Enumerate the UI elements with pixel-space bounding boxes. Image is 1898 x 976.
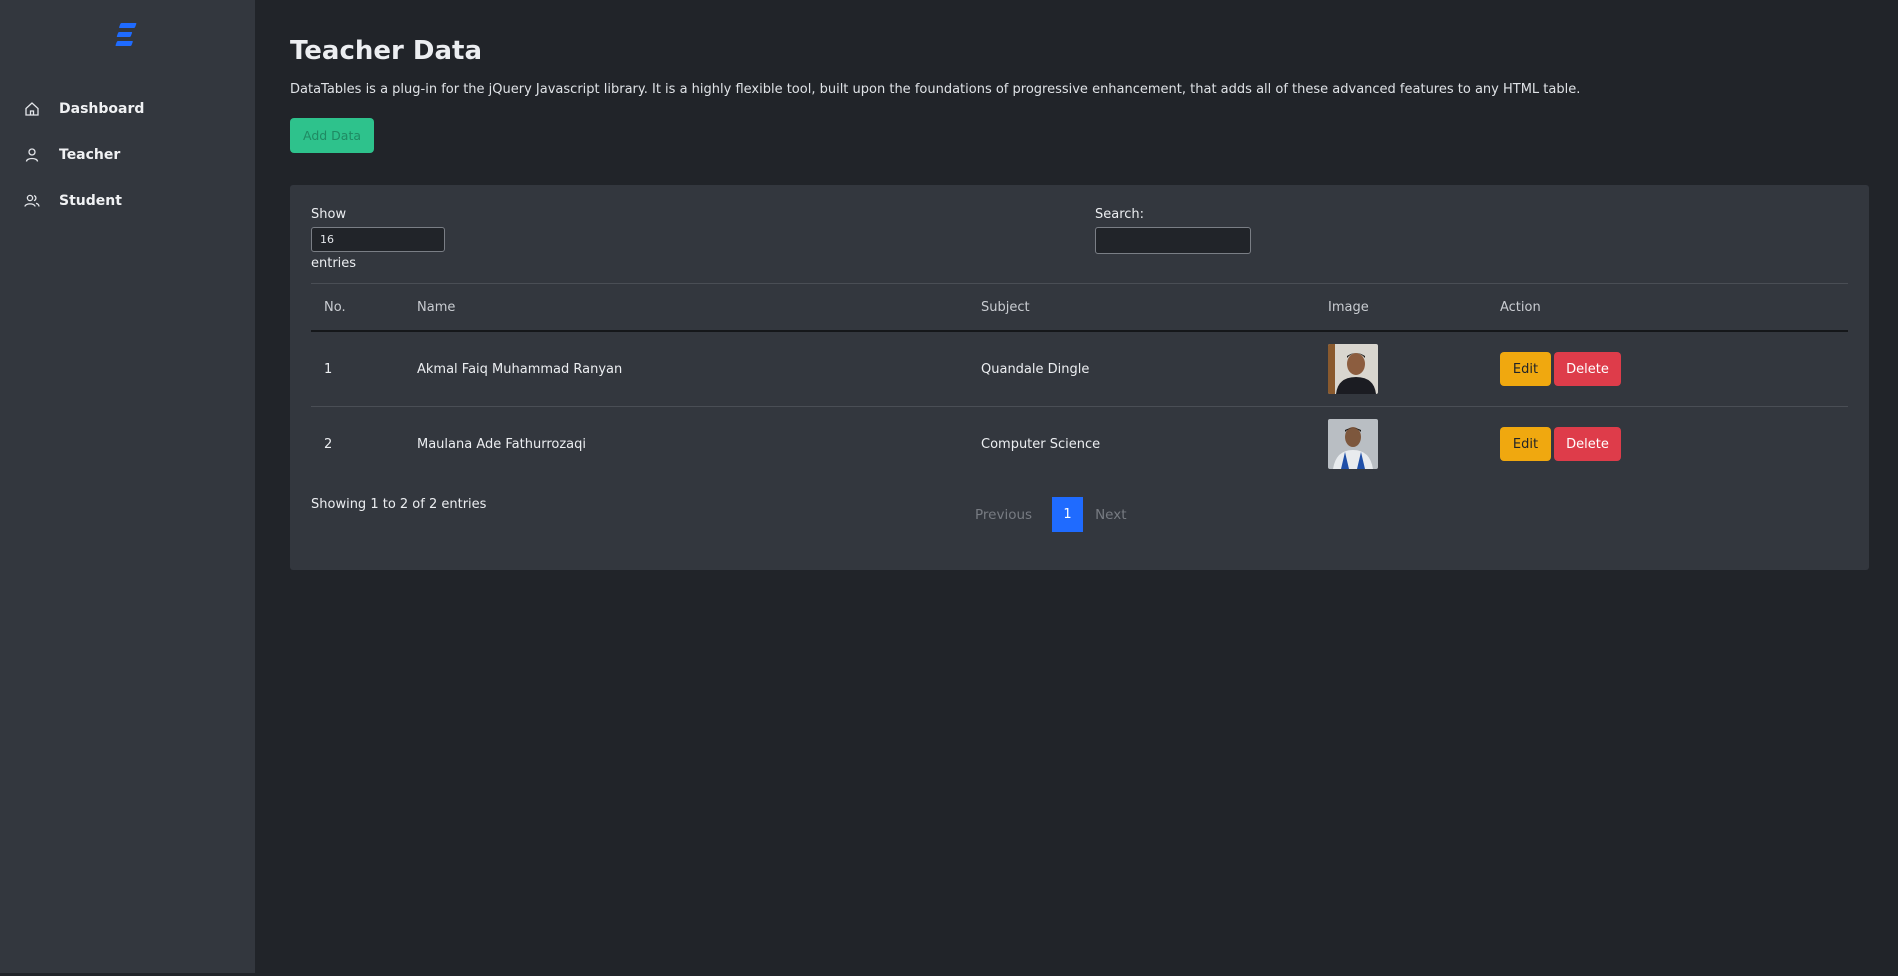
column-header-image[interactable]: Image [1328, 284, 1369, 330]
sidebar-item-teacher[interactable]: Teacher [0, 132, 255, 178]
previous-page-button[interactable]: Previous [975, 507, 1032, 523]
column-header-name[interactable]: Name [417, 284, 455, 330]
datatable-card: Show entries Search: No. Name Subject Im… [290, 185, 1869, 570]
row-number: 1 [324, 361, 333, 377]
teacher-name: Akmal Faiq Muhammad Ranyan [417, 361, 623, 377]
table-header: No. Name Subject Image Action [311, 283, 1848, 332]
table-row: 2 Maulana Ade Fathurrozaqi Computer Scie… [311, 407, 1848, 481]
add-data-button[interactable]: Add Data [290, 118, 374, 153]
table-info: Showing 1 to 2 of 2 entries [311, 497, 487, 512]
page-title: Teacher Data [290, 36, 482, 66]
entries-label: entries [311, 256, 357, 271]
sidebar-item-label: Teacher [59, 147, 121, 163]
user-icon [24, 147, 40, 163]
column-header-action[interactable]: Action [1500, 284, 1541, 330]
sidebar-item-label: Dashboard [59, 101, 145, 117]
teacher-subject: Computer Science [981, 436, 1101, 452]
page-1-button[interactable]: 1 [1052, 497, 1084, 532]
column-header-no[interactable]: No. [324, 284, 346, 330]
entries-per-page-select[interactable] [311, 227, 445, 252]
row-number: 2 [324, 436, 333, 452]
row-actions: Edit Delete [1500, 332, 1621, 406]
home-icon [24, 101, 40, 117]
sidebar-nav: Dashboard Teacher Student [0, 86, 255, 224]
row-actions: Edit Delete [1500, 407, 1621, 481]
page-description: DataTables is a plug-in for the jQuery J… [290, 82, 1581, 97]
next-page-button[interactable]: Next [1095, 507, 1126, 523]
table-row: 1 Akmal Faiq Muhammad Ranyan Quandale Di… [311, 332, 1848, 407]
teacher-name: Maulana Ade Fathurrozaqi [417, 436, 586, 452]
search-label: Search: [1095, 207, 1145, 222]
show-label: Show [311, 207, 347, 222]
teacher-table: No. Name Subject Image Action 1 Akmal Fa… [311, 283, 1848, 481]
pagination: Previous 1 Next [975, 497, 1127, 532]
sidebar-item-dashboard[interactable]: Dashboard [0, 86, 255, 132]
teacher-photo [1328, 407, 1378, 481]
edit-button[interactable]: Edit [1500, 352, 1551, 386]
delete-button[interactable]: Delete [1554, 352, 1621, 386]
teacher-photo [1328, 332, 1378, 406]
sidebar: Dashboard Teacher Student [0, 0, 255, 973]
edit-button[interactable]: Edit [1500, 427, 1551, 461]
sidebar-item-label: Student [59, 193, 122, 209]
sidebar-item-student[interactable]: Student [0, 178, 255, 224]
logo-icon[interactable] [115, 22, 141, 48]
search-input[interactable] [1095, 227, 1251, 254]
delete-button[interactable]: Delete [1554, 427, 1621, 461]
column-header-subject[interactable]: Subject [981, 284, 1030, 330]
teacher-subject: Quandale Dingle [981, 361, 1090, 377]
users-icon [24, 193, 40, 209]
